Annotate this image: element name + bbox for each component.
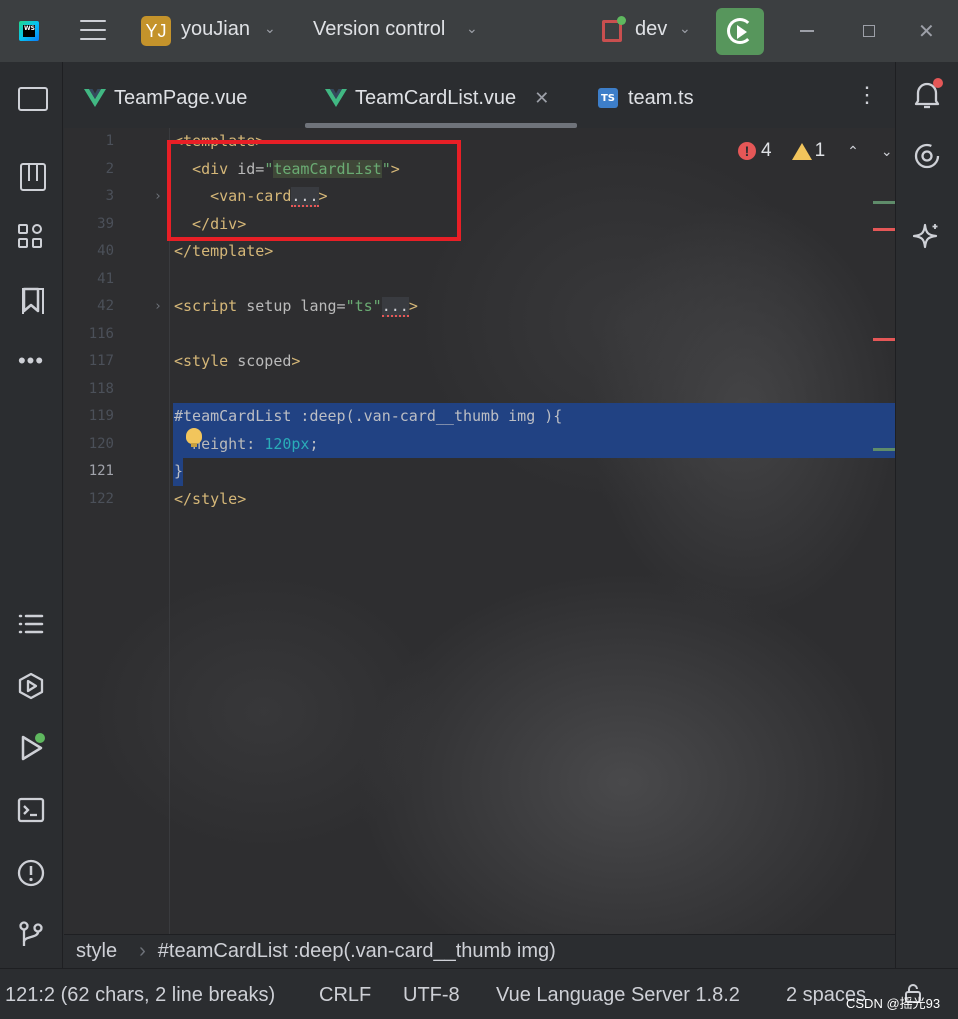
line-ending[interactable]: CRLF bbox=[319, 984, 371, 1007]
vue-icon bbox=[84, 89, 106, 107]
breadcrumb-item-selector[interactable]: #teamCardList :deep(.van-card__thumb img… bbox=[158, 940, 556, 963]
line-number: 2 bbox=[105, 160, 114, 177]
code-text: </style> bbox=[174, 489, 247, 508]
plugins-icon[interactable] bbox=[17, 222, 45, 250]
line-number: 116 bbox=[88, 325, 114, 342]
tab-label: TeamPage.vue bbox=[114, 86, 248, 109]
run-status-dot bbox=[35, 733, 45, 743]
csdn-watermark: CSDN @摇光93 bbox=[846, 996, 941, 1011]
notification-dot bbox=[933, 78, 943, 88]
chevron-down-icon[interactable]: ⌄ bbox=[466, 20, 478, 37]
code-line: 116 bbox=[64, 321, 895, 349]
project-badge[interactable]: YJ bbox=[141, 16, 171, 46]
terminal-icon[interactable] bbox=[17, 796, 45, 824]
code-text: #teamCardList :deep(.van-card__thumb img… bbox=[174, 407, 563, 425]
chevron-down-icon[interactable]: ⌄ bbox=[679, 20, 691, 37]
tab-team-ts[interactable]: TS team.ts bbox=[598, 84, 694, 112]
rerun-button[interactable] bbox=[716, 8, 764, 55]
breadcrumb-item-style[interactable]: style bbox=[76, 940, 117, 963]
code-text: <script setup lang="ts"...> bbox=[174, 297, 418, 317]
tab-label: TeamCardList.vue bbox=[355, 86, 517, 109]
line-number: 117 bbox=[88, 353, 114, 369]
status-bar: 121:2 (62 chars, 2 line breaks) CRLF UTF… bbox=[0, 968, 958, 1019]
maximize-button[interactable] bbox=[863, 25, 875, 37]
code-line: 42 › <script setup lang="ts"...> bbox=[64, 293, 895, 321]
line-number: 122 bbox=[88, 490, 114, 507]
line-number: 1 bbox=[105, 133, 114, 149]
caret-position[interactable]: 121:2 (62 chars, 2 line breaks) bbox=[5, 984, 275, 1007]
structure-icon[interactable] bbox=[17, 160, 46, 191]
tab-label: team.ts bbox=[628, 86, 694, 109]
line-number: 121 bbox=[88, 463, 114, 479]
change-marker[interactable] bbox=[873, 201, 895, 204]
todo-list-icon[interactable] bbox=[17, 610, 45, 638]
error-marker[interactable] bbox=[873, 228, 895, 231]
close-window-button[interactable]: ✕ bbox=[918, 19, 935, 44]
chevron-down-icon[interactable]: ⌄ bbox=[264, 20, 276, 37]
error-marker[interactable] bbox=[873, 338, 895, 341]
code-area[interactable]: 1 <template> 2 <div id="teamCardList"> 3… bbox=[64, 128, 895, 934]
change-marker[interactable] bbox=[873, 448, 895, 451]
title-bar: WS YJ youJian ⌄ Version control ⌄ dev ⌄ … bbox=[0, 0, 958, 62]
line-number: 120 bbox=[88, 435, 114, 452]
logo-text: WS bbox=[23, 25, 35, 37]
code-line: 119 #teamCardList :deep(.van-card__thumb… bbox=[64, 403, 895, 431]
code-line: 40 </template> bbox=[64, 238, 895, 266]
branch-icon[interactable] bbox=[602, 16, 626, 42]
ai-assistant-spiral-icon[interactable] bbox=[913, 142, 941, 170]
code-line: 118 bbox=[64, 376, 895, 404]
line-number: 39 bbox=[97, 215, 114, 232]
bookmark-icon[interactable] bbox=[17, 286, 45, 314]
breadcrumb-separator: › bbox=[139, 940, 146, 962]
line-number: 42 bbox=[97, 298, 114, 314]
line-number: 3 bbox=[105, 188, 114, 204]
git-icon[interactable] bbox=[17, 920, 45, 948]
more-tools-icon[interactable]: ••• bbox=[17, 347, 45, 375]
editor: TeamPage.vue TeamCardList.vue ✕ TS team.… bbox=[64, 62, 895, 968]
code-text: <style scoped> bbox=[174, 352, 301, 370]
left-tool-strip: ••• bbox=[0, 62, 63, 968]
code-line: 121 } bbox=[64, 458, 895, 486]
sparkle-icon[interactable] bbox=[913, 222, 941, 250]
line-number: 40 bbox=[97, 243, 114, 259]
webstorm-logo-icon[interactable]: WS bbox=[19, 21, 39, 41]
expand-fold-icon[interactable]: › bbox=[154, 293, 162, 321]
tab-more-options-icon[interactable]: ⋮ bbox=[856, 82, 878, 108]
project-folder-icon[interactable] bbox=[17, 82, 48, 111]
right-tool-strip bbox=[895, 62, 958, 968]
code-text: </template> bbox=[174, 242, 274, 260]
highlight-annotation-box bbox=[167, 140, 461, 241]
code-line: 117 <style scoped> bbox=[64, 348, 895, 376]
tab-teampage[interactable]: TeamPage.vue bbox=[84, 84, 247, 112]
close-tab-icon[interactable]: ✕ bbox=[534, 88, 549, 109]
problems-icon[interactable] bbox=[17, 859, 45, 887]
file-encoding[interactable]: UTF-8 bbox=[403, 984, 460, 1007]
services-icon[interactable] bbox=[17, 672, 45, 700]
line-number: 119 bbox=[88, 408, 114, 424]
project-name[interactable]: youJian bbox=[181, 18, 250, 41]
vue-icon bbox=[325, 89, 347, 107]
code-line: 122 </style> bbox=[64, 486, 895, 514]
line-number: 118 bbox=[88, 380, 114, 397]
branch-name[interactable]: dev bbox=[635, 18, 667, 41]
line-number: 41 bbox=[97, 270, 114, 287]
typescript-icon: TS bbox=[598, 88, 618, 108]
breadcrumb: style › #teamCardList :deep(.van-card__t… bbox=[64, 934, 895, 968]
code-line: 41 bbox=[64, 266, 895, 294]
minimize-button[interactable] bbox=[800, 30, 814, 32]
tab-teamcardlist[interactable]: TeamCardList.vue ✕ bbox=[325, 84, 549, 112]
editor-tab-bar: TeamPage.vue TeamCardList.vue ✕ TS team.… bbox=[64, 62, 895, 128]
intention-bulb-icon[interactable] bbox=[186, 428, 202, 447]
language-server-status[interactable]: Vue Language Server 1.8.2 bbox=[496, 984, 740, 1007]
code-text: } bbox=[174, 462, 184, 480]
version-control-menu[interactable]: Version control bbox=[313, 18, 445, 41]
main-menu-icon[interactable] bbox=[80, 20, 106, 42]
expand-fold-icon[interactable]: › bbox=[154, 183, 162, 211]
